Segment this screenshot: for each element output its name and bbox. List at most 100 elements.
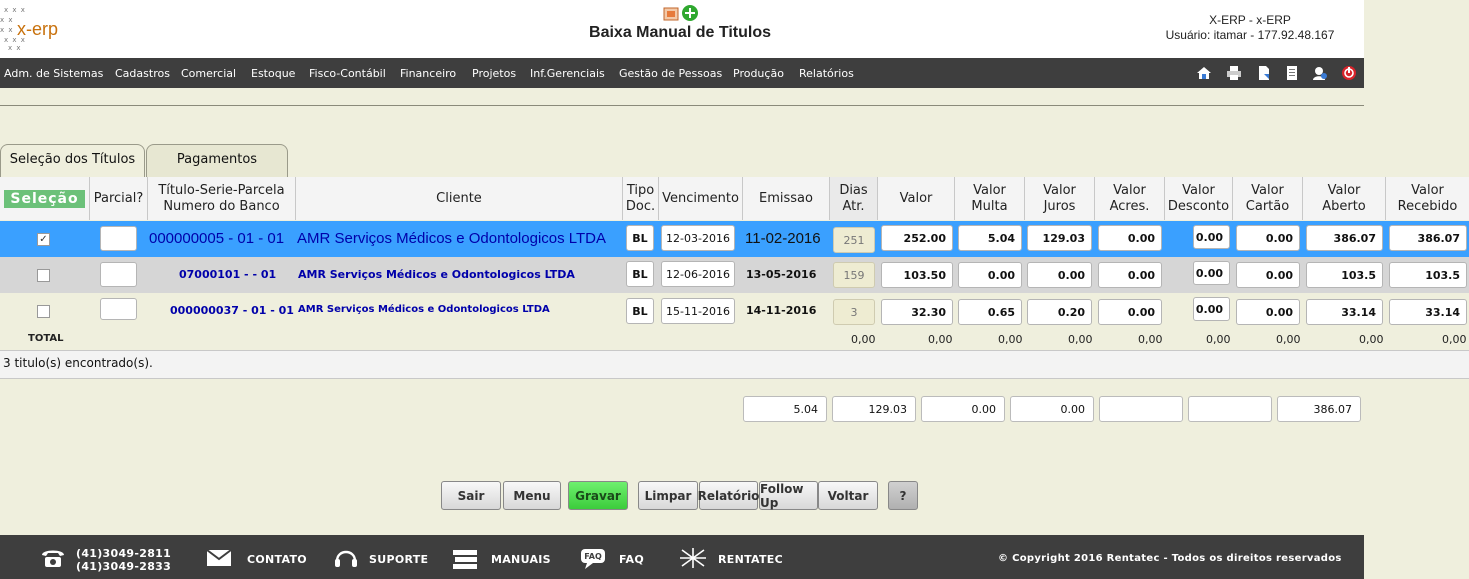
vencimento-input[interactable]: 15-11-2016 xyxy=(661,298,735,324)
menu-item-producao[interactable]: Produção xyxy=(733,67,784,80)
parcial-input[interactable] xyxy=(100,298,137,320)
logo[interactable]: x x x x x x x x x x x x x-erp xyxy=(0,4,62,52)
table-row[interactable]: 07000101 - - 01 AMR Serviços Médicos e O… xyxy=(0,257,1469,293)
cartao-input[interactable]: 0.00 xyxy=(1236,262,1300,288)
row-select-checkbox[interactable] xyxy=(37,305,50,318)
valor-input[interactable]: 252.00 xyxy=(881,225,953,251)
total-recebido: 0,00 xyxy=(1442,333,1467,346)
tipo-doc-field[interactable]: BL xyxy=(626,261,654,287)
follow-up-button[interactable]: Follow Up xyxy=(759,481,818,510)
table-row[interactable]: ✓ 000000005 - 01 - 01 AMR Serviços Médic… xyxy=(0,221,1469,257)
cartao-input[interactable]: 0.00 xyxy=(1236,299,1300,325)
header-valor-multa: Valor Multa xyxy=(955,177,1025,220)
menu-item-inf-gerenciais[interactable]: Inf.Gerenciais xyxy=(530,67,605,80)
system-info: X-ERP - x-ERP Usuário: itamar - 177.92.4… xyxy=(1130,13,1370,43)
limpar-button[interactable]: Limpar xyxy=(638,481,698,510)
menu-item-fisco-contabil[interactable]: Fisco-Contábil xyxy=(309,67,386,80)
multa-input[interactable]: 0.00 xyxy=(958,262,1022,288)
recebido-input[interactable]: 103.5 xyxy=(1389,262,1467,288)
juros-input[interactable]: 0.20 xyxy=(1027,299,1092,325)
parcial-input[interactable] xyxy=(100,226,137,251)
desconto-input[interactable]: 0.00 xyxy=(1193,261,1230,285)
titulo-link[interactable]: 000000037 - 01 - 01 xyxy=(170,304,294,317)
faq-icon-text: FAQ xyxy=(584,552,602,561)
header-actions xyxy=(663,5,698,21)
contato-link[interactable]: CONTATO xyxy=(247,553,307,566)
menu-item-relatorios[interactable]: Relatórios xyxy=(799,67,854,80)
acres-input[interactable]: 0.00 xyxy=(1098,225,1162,251)
titulo-link[interactable]: 07000101 - - 01 xyxy=(179,268,276,281)
aberto-input[interactable]: 33.14 xyxy=(1306,299,1383,325)
suporte-link[interactable]: SUPORTE xyxy=(369,553,428,566)
relatorio-button[interactable]: Relatório xyxy=(698,481,759,510)
juros-input[interactable]: 0.00 xyxy=(1027,262,1092,288)
vencimento-input[interactable]: 12-06-2016 xyxy=(661,261,735,287)
table-row[interactable]: 000000037 - 01 - 01 AMR Serviços Médicos… xyxy=(0,293,1469,329)
multa-input[interactable]: 5.04 xyxy=(958,225,1022,251)
voltar-button[interactable]: Voltar xyxy=(818,481,878,510)
valor-input[interactable]: 32.30 xyxy=(881,299,953,325)
tipo-doc-field[interactable]: BL xyxy=(626,298,654,324)
cliente-link[interactable]: AMR Serviços Médicos e Odontologicos LTD… xyxy=(298,268,575,281)
menu-item-cadastros[interactable]: Cadastros xyxy=(115,67,170,80)
valor-input[interactable]: 103.50 xyxy=(881,262,953,288)
menu-item-comercial[interactable]: Comercial xyxy=(181,67,236,80)
menu-item-projetos[interactable]: Projetos xyxy=(472,67,516,80)
recebido-input[interactable]: 33.14 xyxy=(1389,299,1467,325)
total-label: TOTAL xyxy=(28,333,64,344)
menu-button[interactable]: Menu xyxy=(503,481,561,510)
add-icon[interactable] xyxy=(682,5,698,21)
phone-2: (41)3049-2833 xyxy=(76,560,172,573)
summary-acres: 0.00 xyxy=(921,396,1005,422)
tab-pagamentos[interactable]: Pagamentos xyxy=(146,144,288,177)
row-select-checkbox[interactable] xyxy=(37,269,50,282)
sair-button[interactable]: Sair xyxy=(441,481,501,510)
printer-icon[interactable] xyxy=(1226,65,1242,81)
desconto-input[interactable]: 0.00 xyxy=(1193,225,1230,249)
juros-input[interactable]: 129.03 xyxy=(1027,225,1092,251)
menu-item-estoque[interactable]: Estoque xyxy=(251,67,295,80)
recebido-input[interactable]: 386.07 xyxy=(1389,225,1467,251)
books-icon xyxy=(453,550,477,569)
total-valor: 0,00 xyxy=(928,333,953,346)
total-aberto: 0,00 xyxy=(1359,333,1384,346)
aberto-input[interactable]: 103.5 xyxy=(1306,262,1383,288)
manuais-link[interactable]: MANUAIS xyxy=(491,553,551,566)
power-icon[interactable] xyxy=(1341,65,1357,81)
acres-input[interactable]: 0.00 xyxy=(1098,262,1162,288)
rentatec-link[interactable]: RENTATEC xyxy=(718,553,783,566)
menu-item-financeiro[interactable]: Financeiro xyxy=(400,67,456,80)
message-icon[interactable] xyxy=(663,7,679,21)
cliente-link[interactable]: AMR Serviços Médicos e Odontologicos LTD… xyxy=(297,230,606,247)
tab-selecao-titulos[interactable]: Seleção dos Títulos xyxy=(0,144,145,177)
multa-input[interactable]: 0.65 xyxy=(958,299,1022,325)
phone-numbers: (41)3049-2811 (41)3049-2833 xyxy=(76,547,171,573)
parcial-input[interactable] xyxy=(100,262,137,287)
tipo-doc-field[interactable]: BL xyxy=(626,225,654,251)
page-icon[interactable] xyxy=(1284,65,1300,81)
user-info: Usuário: itamar - 177.92.48.167 xyxy=(1165,28,1335,42)
acres-input[interactable]: 0.00 xyxy=(1098,299,1162,325)
aberto-input[interactable]: 386.07 xyxy=(1306,225,1383,251)
faq-link[interactable]: FAQ xyxy=(619,553,644,566)
selecao-badge[interactable]: Seleção xyxy=(4,189,85,208)
vencimento-input[interactable]: 12-03-2016 xyxy=(661,225,735,251)
document-icon[interactable] xyxy=(1256,65,1272,81)
user-refresh-icon[interactable] xyxy=(1312,65,1328,81)
home-icon[interactable] xyxy=(1196,65,1212,81)
header-dias-line2: Atr. xyxy=(842,198,865,214)
header-valor-acres: Valor Acres. xyxy=(1095,177,1165,220)
cartao-input[interactable]: 0.00 xyxy=(1236,225,1300,251)
desconto-input[interactable]: 0.00 xyxy=(1193,297,1230,321)
titulo-link[interactable]: 000000005 - 01 - 01 xyxy=(149,230,284,247)
row-select-checkbox[interactable]: ✓ xyxy=(37,233,50,246)
cliente-link[interactable]: AMR Serviços Médicos e Odontologicos LTD… xyxy=(298,304,550,315)
header-valor-desconto: Valor Desconto xyxy=(1165,177,1233,220)
header-vencimento: Vencimento xyxy=(659,177,743,220)
menu-item-adm-sistemas[interactable]: Adm. de Sistemas xyxy=(4,67,103,80)
gravar-button[interactable]: Gravar xyxy=(568,481,628,510)
help-button[interactable]: ? xyxy=(888,481,918,510)
copyright-text: © Copyright 2016 Rentatec - Todos os dir… xyxy=(998,553,1342,564)
menu-item-gestao-pessoas[interactable]: Gestão de Pessoas xyxy=(619,67,722,80)
system-name: X-ERP - x-ERP xyxy=(1209,13,1291,27)
